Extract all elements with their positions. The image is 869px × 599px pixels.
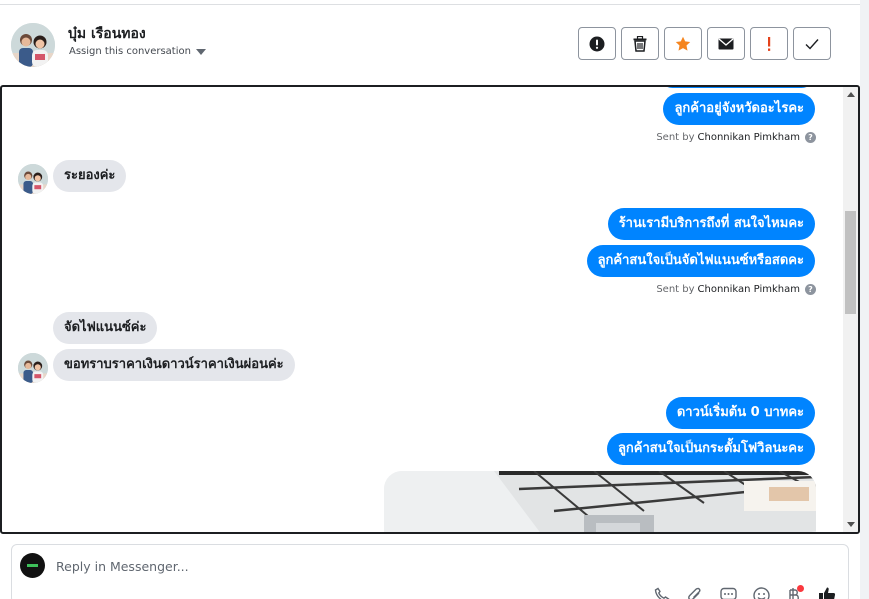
question-icon[interactable]: ? xyxy=(805,132,816,143)
emoji-button[interactable] xyxy=(751,585,771,599)
question-icon[interactable]: ? xyxy=(805,284,816,295)
alert-circle-icon xyxy=(589,36,605,51)
reply-composer xyxy=(11,544,849,599)
scrollbar-thumb[interactable] xyxy=(845,211,856,314)
message-bubble-outgoing: ลูกค้าสนใจเป็นจัดไฟแนนซ์หรือสดคะ xyxy=(586,245,815,277)
message-bubble-outgoing-partial xyxy=(659,87,815,88)
mark-important-button[interactable] xyxy=(750,27,788,60)
phone-button[interactable] xyxy=(652,585,672,599)
emoji-icon xyxy=(752,586,770,599)
message-bubble-outgoing: ลูกค้าสนใจเป็นกระดั้มโฟวิลนะคะ xyxy=(606,433,815,465)
sender-name[interactable]: Chonnikan Pimkham xyxy=(698,284,800,295)
page-logo-icon xyxy=(27,564,38,567)
sent-by-prefix: Sent by xyxy=(656,284,695,295)
sent-by-prefix: Sent by xyxy=(656,132,695,143)
contact-avatar[interactable] xyxy=(11,23,55,67)
message-bubble-incoming: จัดไฟแนนซ์ค่ะ xyxy=(53,312,158,344)
assign-conversation-dropdown[interactable]: Assign this conversation xyxy=(69,46,206,57)
star-button[interactable] xyxy=(664,27,702,60)
reply-input[interactable] xyxy=(56,554,616,578)
showroom-photo xyxy=(384,471,816,532)
message-bubble-outgoing: ดาวน์เริ่มต้น 0 บาทคะ xyxy=(665,397,815,429)
saved-reply-icon xyxy=(719,587,737,599)
customer-avatar-image xyxy=(18,353,48,383)
phone-icon xyxy=(654,587,670,599)
envelope-icon xyxy=(718,37,734,49)
checkmark-icon xyxy=(805,38,819,50)
thread-scrollbar[interactable] xyxy=(843,87,858,532)
mark-done-button[interactable] xyxy=(793,27,831,60)
sender-name[interactable]: Chonnikan Pimkham xyxy=(698,132,800,143)
message-image-attachment[interactable] xyxy=(384,471,816,532)
composer-toolbar xyxy=(652,585,837,599)
message-bubble-incoming: ขอทราบราคาเงินดาวน์ราคาเงินผ่อนค่ะ xyxy=(53,349,295,381)
mark-unread-button[interactable] xyxy=(707,27,745,60)
caret-down-icon xyxy=(195,48,206,55)
scroll-up-arrow-icon[interactable] xyxy=(847,92,855,97)
saved-reply-button[interactable] xyxy=(718,585,738,599)
scroll-down-arrow-icon[interactable] xyxy=(847,522,855,527)
paperclip-icon xyxy=(688,587,701,599)
exclamation-icon xyxy=(768,36,771,51)
notification-dot xyxy=(797,585,804,592)
payment-button[interactable] xyxy=(784,585,804,599)
attach-button[interactable] xyxy=(685,585,705,599)
delete-button[interactable] xyxy=(621,27,659,60)
contact-name: บุ๋ม เรือนทอง xyxy=(68,26,146,42)
mark-spam-button[interactable] xyxy=(578,27,616,60)
message-bubble-outgoing: ร้านเรามีบริการถึงที่ สนใจไหมคะ xyxy=(607,208,815,240)
customer-avatar xyxy=(18,164,48,194)
page-edge xyxy=(860,0,869,599)
trash-icon xyxy=(633,35,647,52)
like-button[interactable] xyxy=(817,585,837,599)
star-icon xyxy=(675,36,691,51)
customer-avatar xyxy=(18,353,48,383)
assign-label: Assign this conversation xyxy=(69,46,191,57)
contact-avatar-image xyxy=(11,23,55,67)
inbox-conversation-view: บุ๋ม เรือนทอง Assign this conversation ล… xyxy=(0,0,869,599)
thumbs-up-icon xyxy=(819,587,836,599)
sent-by-label: Sent by Chonnikan Pimkham ? xyxy=(656,132,816,143)
conversation-header: บุ๋ม เรือนทอง Assign this conversation xyxy=(0,5,860,85)
customer-avatar-image xyxy=(18,164,48,194)
conversation-actions xyxy=(578,27,831,60)
message-bubble-incoming: ระยองค่ะ xyxy=(53,160,127,192)
sent-by-label: Sent by Chonnikan Pimkham ? xyxy=(656,284,816,295)
page-avatar xyxy=(20,553,45,578)
message-thread[interactable]: ลูกค้าอยู่จังหวัดอะไรคะ Sent by Chonnika… xyxy=(0,85,860,534)
message-bubble-outgoing: ลูกค้าอยู่จังหวัดอะไรคะ xyxy=(663,93,815,125)
